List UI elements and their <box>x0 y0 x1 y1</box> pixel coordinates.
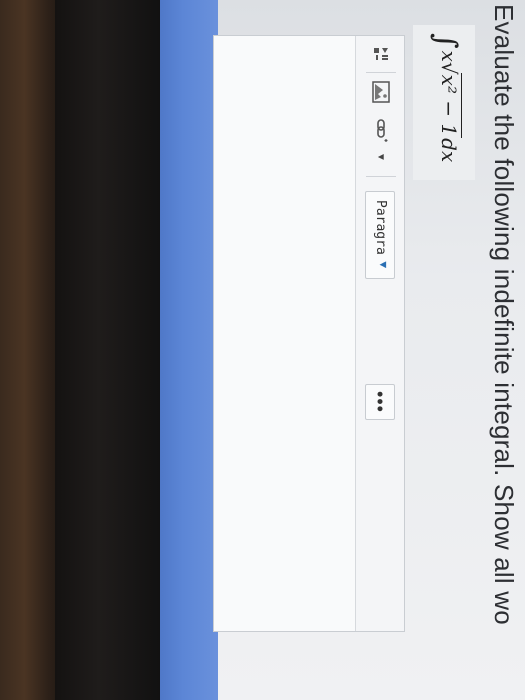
monitor-bezel <box>55 0 165 700</box>
page-accent-band <box>160 0 218 700</box>
toolbar-divider <box>366 72 396 73</box>
link-icon[interactable] <box>368 116 394 146</box>
chevron-down-icon: ▼ <box>377 261 390 268</box>
question-page: Evaluate the following indefinite integr… <box>213 0 525 700</box>
paragraph-style-dropdown[interactable]: Paragra ▼ <box>365 191 395 279</box>
photo-scene: Evaluate the following indefinite integr… <box>0 0 525 700</box>
integral-expression: ∫x√x² − 1dx <box>428 33 463 162</box>
editor-toolbar: ▼ Paragra ▼ ••• <box>355 36 404 631</box>
integral-coefficient: x <box>437 50 461 62</box>
answer-text-area[interactable] <box>214 36 355 631</box>
toolbar-divider <box>366 176 396 177</box>
question-prompt: Evaluate the following indefinite integr… <box>489 4 519 625</box>
answer-editor: ▼ Paragra ▼ ••• <box>213 35 405 632</box>
integral-differential: dx <box>437 138 461 163</box>
paragraph-style-label: Paragra <box>373 200 388 255</box>
integral-radicand: x² − 1 <box>437 72 462 139</box>
integral-sign: ∫ <box>428 33 463 49</box>
more-options-button[interactable]: ••• <box>365 384 395 420</box>
image-icon[interactable] <box>368 80 394 104</box>
integral-expression-box: ∫x√x² − 1dx <box>413 25 475 180</box>
media-icon[interactable] <box>368 44 394 64</box>
link-options-caret[interactable]: ▼ <box>368 150 394 164</box>
